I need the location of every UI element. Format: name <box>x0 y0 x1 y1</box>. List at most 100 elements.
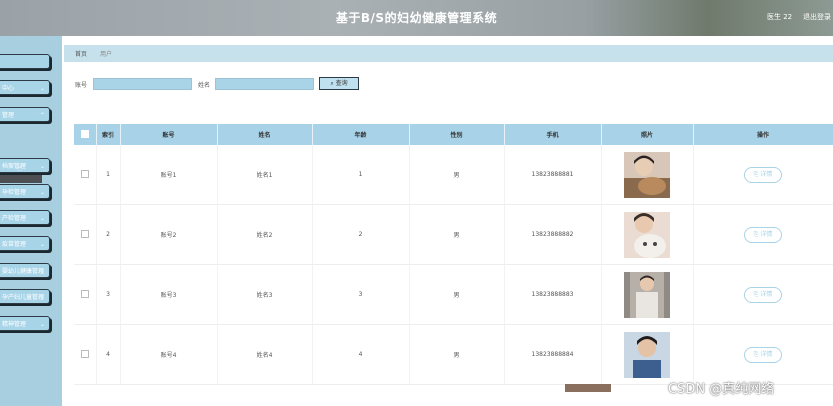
account-label: 账号 <box>75 82 88 89</box>
chevron-down-icon: ⌄ <box>39 85 45 92</box>
watermark: CSDN @真纯网络 <box>668 382 775 397</box>
sidebar-item-label: 孕产妇儿童管理 <box>2 294 45 301</box>
col-header: 年龄 <box>312 124 410 145</box>
top-header: 基于B/S的妇幼健康管理系统 医生 22 退出登录 <box>0 0 833 36</box>
sidebar-item-0[interactable] <box>0 54 50 69</box>
sidebar-item-label: 中心 <box>2 85 15 92</box>
col-header: 索引 <box>96 124 121 145</box>
sidebar-item-archive[interactable]: 档案管理 ⌄ <box>0 158 50 173</box>
cell-actions: ⎘ 详情 <box>693 324 833 385</box>
chevron-down-icon: ⌄ <box>39 321 45 328</box>
cell-gender: 男 <box>409 324 505 385</box>
cell-age: 4 <box>312 324 410 385</box>
col-header: 手机 <box>504 124 602 145</box>
table-row: 3 账号3 姓名3 3 男 13823888883 ⎘ 详情 <box>74 264 833 325</box>
account-input[interactable] <box>93 78 192 90</box>
row-checkbox[interactable] <box>74 204 97 265</box>
cell-account: 账号4 <box>120 324 218 385</box>
breadcrumb-home[interactable]: 首页 <box>75 49 87 58</box>
search-button-label: 查询 <box>335 80 348 87</box>
logout-link[interactable]: 退出登录 <box>803 12 831 22</box>
cell-phone: 13823888884 <box>504 324 602 385</box>
table-header-row: 索引 账号 姓名 年龄 性别 手机 照片 操作 <box>74 124 833 145</box>
cell-account: 账号2 <box>120 204 218 265</box>
sidebar-item-label: 产检管理 <box>2 215 27 222</box>
chevron-down-icon: ⌄ <box>39 163 45 170</box>
cell-actions: ⎘ 详情 <box>693 145 833 205</box>
cell-account: 账号3 <box>120 264 218 325</box>
cell-index: 2 <box>96 204 121 265</box>
user-photo <box>624 271 670 318</box>
detail-button[interactable]: ⎘ 详情 <box>744 346 782 363</box>
cell-index: 1 <box>96 145 121 205</box>
sidebar-item-prenatal-check[interactable]: 产检管理 ⌄ <box>0 210 50 225</box>
sidebar-item-pregnancy-check[interactable]: 孕检管理 ⌄ <box>0 184 50 199</box>
search-icon: ⌕ <box>330 80 334 87</box>
app-title: 基于B/S的妇幼健康管理系统 <box>335 11 498 25</box>
current-user[interactable]: 医生 22 <box>767 12 792 22</box>
detail-button[interactable]: ⎘ 详情 <box>744 226 782 243</box>
sidebar-item-label: 精神管理 <box>2 321 27 328</box>
cell-phone: 13823888881 <box>504 145 602 205</box>
table-row: 4 账号4 姓名4 4 男 13823888884 ⎘ 详情 <box>74 324 833 385</box>
user-photo <box>624 211 670 258</box>
cell-index: 3 <box>96 264 121 325</box>
col-header: 照片 <box>601 124 694 145</box>
cell-index: 4 <box>96 324 121 385</box>
sidebar-item-user-management[interactable]: 管理 ⌃ <box>0 107 50 122</box>
chevron-down-icon: ⌄ <box>39 215 45 222</box>
chevron-down-icon: ⌄ <box>39 268 45 275</box>
cell-age: 3 <box>312 264 410 325</box>
sidebar-item-maternal-child[interactable]: 孕产妇儿童管理 ⌄ <box>0 289 50 304</box>
breadcrumb-current: 用户 <box>100 51 113 58</box>
next-row-photo-partial <box>565 384 611 392</box>
cell-gender: 男 <box>409 204 505 265</box>
chevron-down-icon: ⌄ <box>39 294 45 301</box>
cell-age: 2 <box>312 204 410 265</box>
select-all-checkbox[interactable] <box>74 124 97 145</box>
cell-name: 姓名3 <box>217 264 313 325</box>
sidebar-item-infant-health[interactable]: 婴幼儿健康管理 ⌄ <box>0 263 50 278</box>
cell-photo <box>601 324 694 385</box>
cell-photo <box>601 145 694 205</box>
row-checkbox[interactable] <box>74 324 97 385</box>
main-content: 首页 用户 账号 姓名 ⌕ 查询 索引 账号 姓名 年龄 性别 手机 照片 操作… <box>62 36 833 406</box>
chevron-down-icon: ⌄ <box>39 189 45 196</box>
cell-name: 姓名1 <box>217 145 313 205</box>
cell-actions: ⎘ 详情 <box>693 204 833 265</box>
cell-name: 姓名4 <box>217 324 313 385</box>
sidebar-item-center[interactable]: 中心 ⌄ <box>0 80 50 95</box>
row-checkbox[interactable] <box>74 264 97 325</box>
sidebar-item-label: 孕检管理 <box>2 189 27 196</box>
table-row: 2 账号2 姓名2 2 男 13823888882 ⎘ 详情 <box>74 204 833 265</box>
sidebar: 中心⌄ 管理⌃ 用户 档案管理⌄ 孕检管理⌄ 产检管理⌄ 疫苗管理⌄ 婴幼儿健康… <box>0 36 62 406</box>
user-photo <box>624 151 670 198</box>
user-photo <box>624 331 670 378</box>
sidebar-item-mental[interactable]: 精神管理 ⌄ <box>0 316 50 331</box>
name-input[interactable] <box>215 78 314 90</box>
sidebar-item-label: 疫苗管理 <box>2 241 27 248</box>
cell-actions: ⎘ 详情 <box>693 264 833 325</box>
cell-phone: 13823888882 <box>504 204 602 265</box>
col-header: 账号 <box>120 124 218 145</box>
hand-cursor-icon: ☝ <box>17 164 23 174</box>
col-header: 性别 <box>409 124 505 145</box>
chevron-up-icon: ⌃ <box>39 112 45 119</box>
cell-name: 姓名2 <box>217 204 313 265</box>
search-button[interactable]: ⌕ 查询 <box>319 77 359 90</box>
detail-button[interactable]: ⎘ 详情 <box>744 166 782 183</box>
sidebar-item-vaccine[interactable]: 疫苗管理 ⌄ <box>0 236 50 251</box>
cell-account: 账号1 <box>120 145 218 205</box>
sidebar-item-label: 管理 <box>2 112 15 119</box>
cell-gender: 男 <box>409 264 505 325</box>
detail-button[interactable]: ⎘ 详情 <box>744 286 782 303</box>
col-header: 操作 <box>693 124 833 145</box>
user-table: 索引 账号 姓名 年龄 性别 手机 照片 操作 1 账号1 姓名1 1 男 13… <box>74 124 833 385</box>
cell-phone: 13823888883 <box>504 264 602 325</box>
row-checkbox[interactable] <box>74 145 97 205</box>
breadcrumb: 首页 用户 <box>64 45 833 62</box>
cell-age: 1 <box>312 145 410 205</box>
chevron-down-icon: ⌄ <box>39 241 45 248</box>
cell-gender: 男 <box>409 145 505 205</box>
col-header: 姓名 <box>217 124 313 145</box>
